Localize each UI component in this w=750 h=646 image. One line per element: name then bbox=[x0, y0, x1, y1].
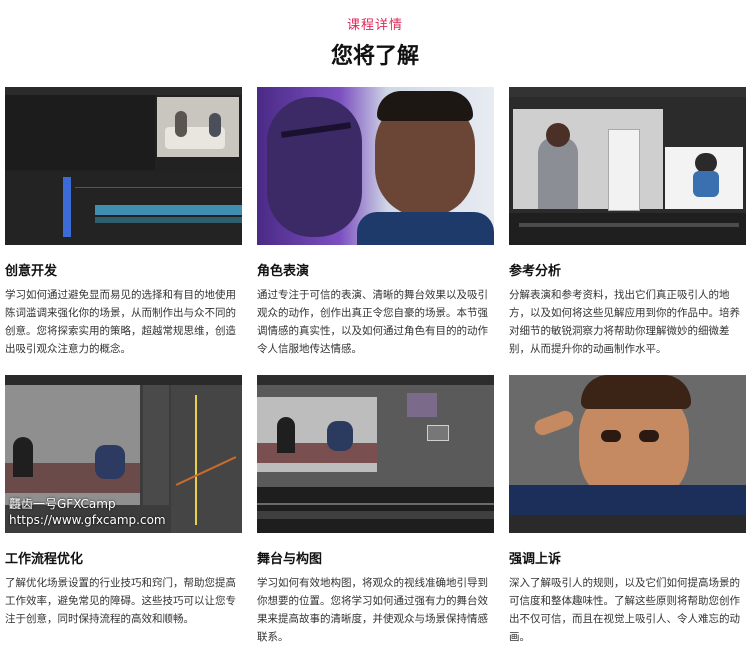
graph-editor-thumbnail: 龘齿一号GFXCamp https://www.gfxcamp.com bbox=[5, 375, 242, 533]
card-title: 强调上诉 bbox=[509, 552, 562, 567]
card-description: 了解优化场景设置的行业技巧和窍门，帮助您提高工作效率，避免常见的障碍。这些技巧可… bbox=[5, 577, 236, 625]
card-description: 深入了解吸引人的规则，以及它们如何提高场景的可信度和整体趣味性。了解这些原则将帮… bbox=[509, 577, 740, 643]
card-title: 创意开发 bbox=[5, 264, 58, 279]
card-title: 参考分析 bbox=[509, 264, 562, 279]
character-closeup-thumbnail bbox=[509, 375, 746, 533]
card-title: 角色表演 bbox=[257, 264, 310, 279]
card-description: 通过专注于可信的表演、清晰的舞台效果以及吸引观众的动作，创作出真正令您自豪的场景… bbox=[257, 289, 488, 355]
watermark-line-2: https://www.gfxcamp.com bbox=[9, 513, 166, 527]
watermark-line-1: 龘齿一号GFXCamp bbox=[9, 497, 116, 511]
editor-screenshot-thumbnail bbox=[5, 87, 242, 245]
scene-layout-thumbnail bbox=[257, 375, 494, 533]
reference-editor-thumbnail bbox=[509, 87, 746, 245]
card-title: 舞台与构图 bbox=[257, 552, 323, 567]
section-kicker: 课程详情 bbox=[346, 18, 403, 33]
card-description: 分解表演和参考资料，找出它们真正吸引人的地方，以及如何将这些见解应用到你的作品中… bbox=[509, 289, 740, 355]
card-title: 工作流程优化 bbox=[5, 552, 84, 567]
card-reference-analysis: 参考分析 分解表演和参考资料，找出它们真正吸引人的地方，以及如何将这些见解应用到… bbox=[509, 87, 746, 358]
card-workflow-optimization: 龘齿一号GFXCamp https://www.gfxcamp.com 工作流程… bbox=[5, 375, 242, 628]
character-comparison-thumbnail bbox=[257, 87, 494, 245]
card-creative-development: 创意开发 学习如何通过避免显而易见的选择和有目的地使用陈词滥调来强化你的场景，从… bbox=[5, 87, 242, 358]
card-character-acting: 角色表演 通过专注于可信的表演、清晰的舞台效果以及吸引观众的动作，创作出真正令您… bbox=[257, 87, 494, 358]
card-description: 学习如何通过避免显而易见的选择和有目的地使用陈词滥调来强化你的场景，从而制作出与… bbox=[5, 289, 236, 355]
card-appeal-emphasis: 强调上诉 深入了解吸引人的规则，以及它们如何提高场景的可信度和整体趣味性。了解这… bbox=[509, 375, 746, 646]
card-description: 学习如何有效地构图，将观众的视线准确地引导到你想要的位置。您将学习如何通过强有力… bbox=[257, 577, 488, 643]
section-title: 您将了解 bbox=[330, 44, 419, 69]
card-staging-composition: 舞台与构图 学习如何有效地构图，将观众的视线准确地引导到你想要的位置。您将学习如… bbox=[257, 375, 494, 646]
